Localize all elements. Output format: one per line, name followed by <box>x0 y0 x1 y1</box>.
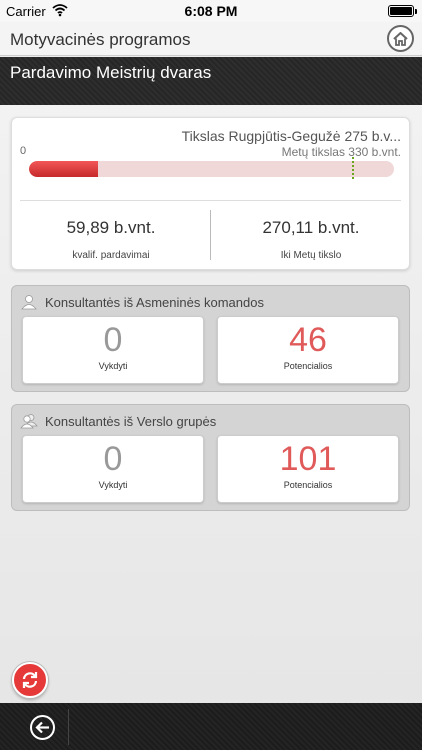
personal-active-count: 0 <box>103 321 123 359</box>
personal-team-panel: Konsultantės iš Asmeninės komandos 0 Vyk… <box>11 285 410 392</box>
business-potential-label: Potencialios <box>283 480 333 490</box>
personal-active-button[interactable]: 0 Vykdyti <box>22 316 204 384</box>
program-name: Pardavimo Meistrių dvaras <box>10 63 212 82</box>
home-icon <box>393 31 408 46</box>
progress-fill <box>29 161 99 177</box>
status-bar: Carrier 6:08 PM <box>0 0 422 22</box>
remaining-to-goal-label: Iki Metų tikslo <box>280 250 342 261</box>
status-time: 6:08 PM <box>184 3 238 19</box>
personal-active-label: Vykdyti <box>98 361 128 371</box>
toolbar-separator <box>68 709 69 745</box>
divider <box>210 210 211 260</box>
year-goal-text: Metų tikslas 330 b.vnt. <box>281 145 401 159</box>
business-potential-button[interactable]: 101 Potencialios <box>217 435 399 503</box>
year-goal-marker <box>352 157 355 179</box>
business-active-button[interactable]: 0 Vykdyti <box>22 435 204 503</box>
refresh-button[interactable] <box>12 662 48 698</box>
group-icon <box>20 414 38 429</box>
page-title: Motyvacinės programos <box>10 30 191 49</box>
progress-zero-label: 0 <box>20 145 27 157</box>
back-arrow-icon <box>35 721 49 734</box>
qualified-sales-value: 59,89 b.vnt. <box>66 218 156 237</box>
home-button[interactable] <box>387 25 414 52</box>
business-group-title: Konsultantės iš Verslo grupės <box>45 413 217 429</box>
nav-bar: Motyvacinės programos <box>0 22 422 56</box>
business-active-count: 0 <box>103 440 123 478</box>
personal-potential-button[interactable]: 46 Potencialios <box>217 316 399 384</box>
bottom-toolbar <box>0 703 422 750</box>
qualified-sales-stat: 59,89 b.vnt. kvalif. pardavimai <box>16 218 206 261</box>
program-header: Pardavimo Meistrių dvaras <box>0 57 422 105</box>
main-content: Tikslas Rugpjūtis-Gegužė 275 b.v... 0 Me… <box>0 105 422 703</box>
personal-potential-count: 46 <box>289 321 327 359</box>
person-icon <box>21 295 37 310</box>
remaining-to-goal-value: 270,11 b.vnt. <box>262 218 360 237</box>
progress-card: Tikslas Rugpjūtis-Gegužė 275 b.v... 0 Me… <box>11 117 410 270</box>
personal-team-header: Konsultantės iš Asmeninės komandos <box>20 294 264 310</box>
refresh-icon <box>22 672 38 688</box>
remaining-to-goal-stat: 270,11 b.vnt. Iki Metų tikslo <box>216 218 406 261</box>
business-group-panel: Konsultantės iš Verslo grupės 0 Vykdyti … <box>11 404 410 511</box>
back-button[interactable] <box>30 715 55 740</box>
qualified-sales-label: kvalif. pardavimai <box>72 250 150 261</box>
divider <box>20 200 401 201</box>
battery-icon <box>388 5 417 17</box>
goal-text: Tikslas Rugpjūtis-Gegužė 275 b.v... <box>181 128 401 144</box>
personal-potential-label: Potencialios <box>283 361 333 371</box>
personal-team-title: Konsultantės iš Asmeninės komandos <box>45 294 264 310</box>
business-group-header: Konsultantės iš Verslo grupės <box>20 413 216 429</box>
progress-track <box>29 161 394 177</box>
business-potential-count: 101 <box>279 440 337 478</box>
business-active-label: Vykdyti <box>98 480 128 490</box>
